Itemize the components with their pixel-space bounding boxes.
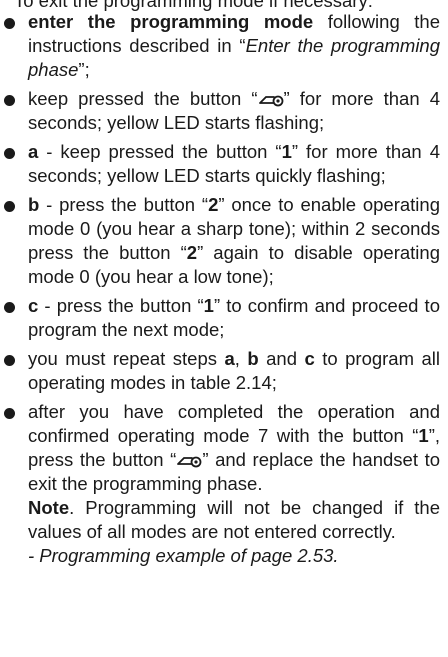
step-text: keep pressed the button “ xyxy=(28,88,258,109)
key-symbol-icon xyxy=(177,456,202,468)
step-text: - press the button “ xyxy=(39,194,209,215)
step-letter: c xyxy=(28,295,39,316)
note-label: Note xyxy=(28,497,70,518)
button-key-label: 2 xyxy=(208,194,219,215)
step-text: ”; xyxy=(78,59,90,80)
note-paragraph: Note. Programming will not be changed if… xyxy=(28,496,440,544)
button-key-label: 1 xyxy=(281,141,292,162)
bullet-icon xyxy=(4,302,15,313)
step-text: , xyxy=(234,348,248,369)
step-bold: enter the programming mode xyxy=(28,11,314,32)
button-key-label: 1 xyxy=(203,295,214,316)
key-symbol-icon xyxy=(258,95,283,107)
instruction-page: To exit the programming mode if necessar… xyxy=(0,0,448,657)
list-item: c - press the button “1” to confirm and … xyxy=(0,294,448,342)
example-reference: - Programming example of page 2.53. xyxy=(28,545,339,566)
step-text: - press the button “ xyxy=(38,295,204,316)
bullet-icon xyxy=(4,95,15,106)
list-item: b - press the button “2” once to enable … xyxy=(0,193,448,289)
list-item: a - keep pressed the button “1” for more… xyxy=(0,140,448,188)
step-text: and xyxy=(258,348,305,369)
step-text: after you have completed the operation a… xyxy=(28,401,440,446)
note-text: . Programming will not be changed if the… xyxy=(28,497,440,542)
step-letter: b xyxy=(28,194,40,215)
button-key-label: 1 xyxy=(418,425,429,446)
step-text: you must repeat steps xyxy=(28,348,225,369)
bullet-icon xyxy=(4,355,15,366)
button-key-label: 2 xyxy=(186,242,198,263)
step-letter: a xyxy=(28,141,39,162)
bullet-icon xyxy=(4,408,15,419)
step-text: - keep pressed the button “ xyxy=(38,141,282,162)
step-letter: b xyxy=(247,348,259,369)
list-item: you must repeat steps a, b and c to prog… xyxy=(0,347,448,395)
bullet-icon xyxy=(4,18,15,29)
list-item: keep pressed the button “” for more than… xyxy=(0,87,448,135)
list-item: enter the programming mode following the… xyxy=(0,10,448,82)
bullet-icon xyxy=(4,148,15,159)
step-letter: c xyxy=(304,348,315,369)
step-letter: a xyxy=(224,348,235,369)
programming-steps-list: enter the programming mode following the… xyxy=(0,10,448,573)
list-item: after you have completed the operation a… xyxy=(0,400,448,568)
bullet-icon xyxy=(4,201,15,212)
